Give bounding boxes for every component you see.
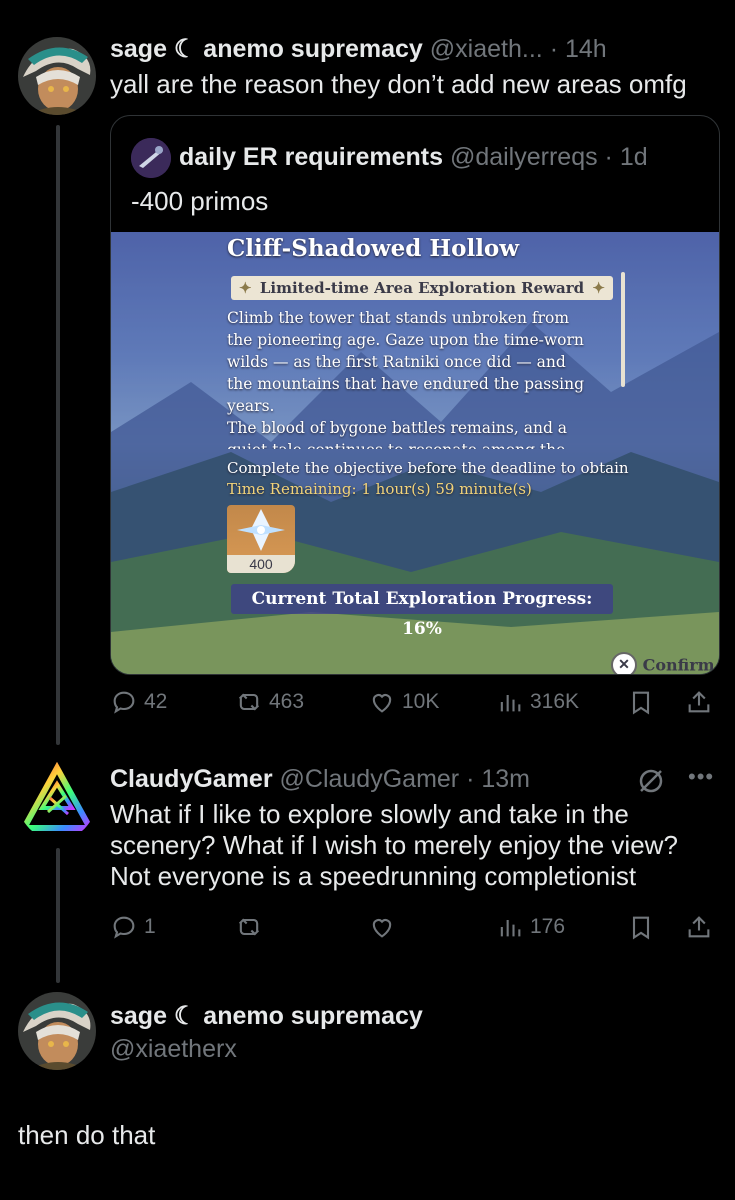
close-icon: ✕ (611, 652, 637, 674)
repost-count: 463 (269, 690, 305, 713)
view-count: 316K (530, 690, 580, 713)
repost-icon (238, 918, 260, 936)
views-button[interactable]: 176 (496, 913, 565, 941)
grok-icon[interactable] (636, 766, 666, 801)
bookmark-button[interactable] (627, 913, 655, 941)
scrollbar[interactable] (621, 272, 625, 387)
handle[interactable]: @xiaeth... (430, 35, 543, 63)
separator-dot: · (549, 35, 559, 63)
share-icon (688, 691, 710, 713)
avatar[interactable] (18, 37, 96, 115)
share-button[interactable] (685, 688, 713, 716)
tweet-actions: 1 176 (110, 911, 720, 947)
avatar[interactable] (18, 762, 96, 840)
tweet-text: yall are the reason they don’t add new a… (110, 69, 687, 99)
separator-dot: · (466, 765, 475, 793)
bookmark-button[interactable] (627, 688, 655, 716)
quoted-header: daily ER requirements @dailyerreqs · 1d (179, 142, 648, 172)
quoted-timestamp: 1d (619, 143, 648, 171)
handle[interactable]: @ClaudyGamer (280, 765, 460, 793)
quoted-text: -400 primos (131, 186, 269, 216)
quoted-display-name: daily ER requirements (179, 143, 443, 171)
diamond-icon: ✦ (592, 279, 605, 297)
tweet-text: then do that (18, 1120, 156, 1150)
time-remaining: Time Remaining: 1 hour(s) 59 minute(s) (227, 480, 532, 498)
diamond-icon: ✦ (239, 279, 252, 297)
quoted-image[interactable]: Cliff-Shadowed Hollow ✦ Limited-time Are… (111, 232, 719, 674)
display-name[interactable]: ClaudyGamer (110, 765, 273, 793)
separator-dot: · (604, 143, 613, 171)
views-icon (500, 920, 521, 937)
display-name[interactable]: sage ☾ anemo supremacy (110, 35, 423, 63)
exploration-progress: Current Total Exploration Progress: 16% (231, 584, 613, 639)
avatar[interactable] (18, 992, 96, 1070)
area-description: Climb the tower that stands unbroken fro… (227, 309, 585, 449)
bookmark-icon (632, 916, 650, 940)
share-icon (688, 916, 710, 938)
handle[interactable]: @xiaetherx (110, 1034, 237, 1064)
tweet-header: ClaudyGamer @ClaudyGamer · 13m (110, 764, 530, 794)
timestamp[interactable]: 13m (481, 765, 530, 793)
quoted-avatar (131, 138, 171, 178)
tweet-text: What if I like to explore slowly and tak… (110, 799, 678, 891)
quoted-handle: @dailyerreqs (449, 143, 598, 171)
more-icon: ••• (688, 764, 715, 789)
thread-line-1 (56, 125, 60, 745)
area-title: Cliff-Shadowed Hollow (227, 235, 520, 262)
view-count: 176 (530, 915, 566, 938)
bookmark-icon (632, 691, 650, 715)
views-icon (500, 695, 521, 712)
timestamp[interactable]: 14h (565, 35, 607, 63)
repost-icon (238, 693, 260, 711)
tweet-actions: 42 463 10K 316K (110, 686, 720, 722)
repost-button[interactable] (235, 913, 263, 941)
reply-button[interactable]: 1 (110, 913, 156, 941)
tweet-header: sage ☾ anemo supremacy @xiaeth... · 14h (110, 34, 607, 64)
reward-count: 400 (227, 555, 295, 573)
primogem-icon (237, 509, 285, 551)
display-name[interactable]: sage ☾ anemo supremacy (110, 1001, 423, 1031)
reply-count: 1 (144, 915, 156, 938)
reward-label: ✦ Limited-time Area Exploration Reward ✦ (231, 276, 613, 300)
like-button[interactable] (368, 913, 396, 941)
heart-icon (372, 919, 392, 938)
reply-icon (113, 916, 135, 939)
repost-button[interactable]: 463 (235, 688, 304, 716)
reply-icon (113, 691, 135, 714)
reply-count: 42 (144, 690, 168, 713)
reward-item: 400 (227, 505, 295, 573)
like-count: 10K (402, 690, 440, 713)
views-button[interactable]: 316K (496, 688, 579, 716)
more-options-button[interactable]: ••• (688, 764, 714, 790)
thread-line-2 (56, 848, 60, 983)
quoted-tweet[interactable]: daily ER requirements @dailyerreqs · 1d … (110, 115, 720, 675)
confirm-button[interactable]: ✕ Confirm (611, 652, 715, 674)
objective-text: Complete the objective before the deadli… (227, 459, 629, 477)
heart-icon (372, 694, 392, 713)
reply-button[interactable]: 42 (110, 688, 167, 716)
share-button[interactable] (685, 913, 713, 941)
like-button[interactable]: 10K (368, 688, 439, 716)
